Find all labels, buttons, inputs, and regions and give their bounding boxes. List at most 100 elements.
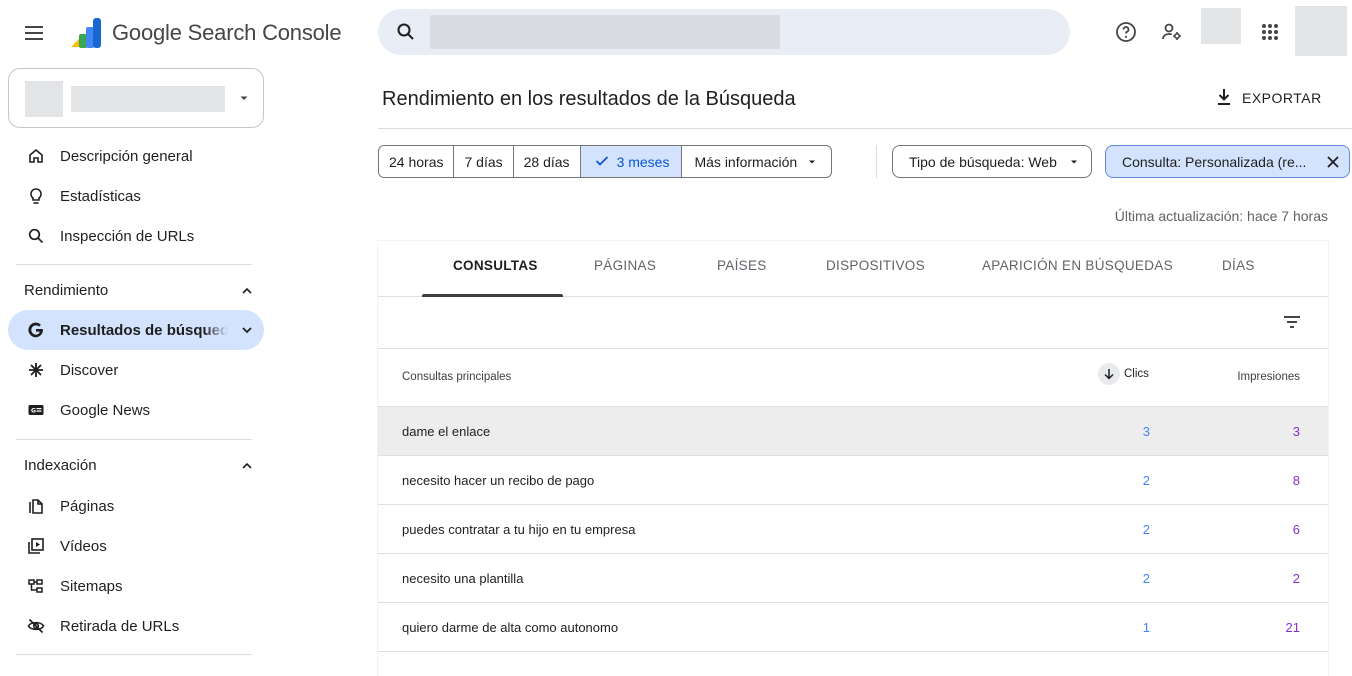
table-row[interactable]: necesito hacer un recibo de pago 2 8	[378, 456, 1328, 505]
checkmark-icon	[595, 154, 609, 170]
date-range-selector: 24 horas 7 días 28 días 3 meses Más info…	[378, 145, 833, 178]
range-label: 28 días	[523, 153, 570, 170]
sidebar-divider	[16, 439, 252, 440]
sidebar-item-label: Retirada de URLs	[60, 618, 180, 635]
sidebar-item-label: Google News	[60, 402, 151, 419]
impressions-cell: 3	[1292, 424, 1300, 439]
toolbar-separator	[876, 145, 877, 178]
tab-dias[interactable]: DÍAS	[1222, 258, 1255, 273]
redacted-property-name	[71, 86, 225, 112]
close-icon[interactable]	[1325, 154, 1341, 170]
query-filter-chip[interactable]: Consulta: Personalizada (re...	[1105, 145, 1350, 178]
caret-down-icon	[1069, 154, 1079, 170]
tab-paises[interactable]: PAÍSES	[717, 258, 767, 273]
chip-label: Consulta: Personalizada (re...	[1122, 153, 1307, 170]
menu-icon[interactable]	[22, 20, 48, 46]
sidebar-item-label: Páginas	[60, 498, 115, 515]
sidebar-item-search-results[interactable]: Resultados de búsqueda	[8, 310, 264, 350]
search-type-chip[interactable]: Tipo de búsqueda: Web	[892, 145, 1092, 178]
column-header-label: Clics	[1124, 368, 1149, 380]
sidebar-item-sitemaps[interactable]: Sitemaps	[8, 566, 264, 606]
product-name[interactable]: Google Search Console	[112, 20, 342, 46]
sidebar-item-pages[interactable]: Páginas	[8, 486, 264, 526]
impressions-cell: 6	[1292, 522, 1300, 537]
sidebar-item-url-inspection[interactable]: Inspección de URLs	[8, 216, 264, 256]
range-7d[interactable]: 7 días	[454, 146, 514, 177]
column-header-impressions[interactable]: Impresiones	[1237, 371, 1300, 383]
section-title: Rendimiento	[24, 282, 109, 299]
tab-paginas[interactable]: PÁGINAS	[594, 258, 656, 273]
range-24h[interactable]: 24 horas	[379, 146, 455, 177]
sidebar-item-label: Sitemaps	[60, 578, 123, 595]
range-28d[interactable]: 28 días	[514, 146, 581, 177]
news-icon: G	[26, 400, 46, 420]
caret-down-icon	[237, 91, 251, 105]
property-selector[interactable]	[8, 68, 264, 128]
dimension-tabs: CONSULTAS PÁGINAS PAÍSES DISPOSITIVOS AP…	[378, 241, 1328, 297]
video-icon	[26, 536, 46, 556]
tab-consultas[interactable]: CONSULTAS	[453, 258, 538, 273]
range-label: 24 horas	[389, 153, 444, 170]
tab-aparicion[interactable]: APARICIÓN EN BÚSQUEDAS	[982, 258, 1173, 273]
asterisk-icon	[26, 360, 46, 380]
chevron-up-icon	[240, 459, 254, 473]
sidebar-item-google-news[interactable]: G Google News	[8, 390, 264, 430]
redacted-area	[1201, 8, 1241, 44]
section-rendimiento[interactable]: Rendimiento	[24, 282, 256, 299]
sidebar-item-videos[interactable]: Vídeos	[8, 526, 264, 566]
search-input[interactable]	[378, 9, 1070, 55]
impressions-cell: 21	[1285, 620, 1300, 635]
help-icon[interactable]	[1114, 20, 1138, 44]
caret-down-icon	[807, 154, 817, 170]
clicks-cell: 2	[1142, 571, 1150, 586]
sidebar-item-removals[interactable]: Retirada de URLs	[8, 606, 264, 646]
impressions-cell: 8	[1292, 473, 1300, 488]
user-settings-icon[interactable]	[1160, 20, 1184, 44]
table-row[interactable]: necesito una plantilla 2 2	[378, 554, 1328, 603]
apps-grid-icon[interactable]	[1258, 20, 1282, 44]
impressions-cell: 2	[1292, 571, 1300, 586]
chip-label: Tipo de búsqueda: Web	[909, 153, 1057, 170]
sidebar-item-overview[interactable]: Descripción general	[8, 136, 264, 176]
main-content: Rendimiento en los resultados de la Búsq…	[378, 68, 1352, 676]
lightbulb-icon	[26, 186, 46, 206]
section-title: Indexación	[24, 457, 97, 474]
pages-icon	[26, 496, 46, 516]
range-label: 3 meses	[616, 153, 670, 170]
page-title: Rendimiento en los resultados de la Búsq…	[382, 88, 796, 110]
table-row[interactable]: quiero darme de alta como autonomo 1 21	[378, 603, 1328, 652]
chevron-up-icon	[240, 284, 254, 298]
clicks-cell: 2	[1142, 473, 1150, 488]
sidebar-item-label: Vídeos	[60, 538, 107, 555]
search-console-app: Google Search Console Descripción genera…	[0, 0, 1352, 676]
sidebar-item-discover[interactable]: Discover	[8, 350, 264, 390]
sidebar-item-insights[interactable]: Estadísticas	[8, 176, 264, 216]
tab-dispositivos[interactable]: DISPOSITIVOS	[826, 258, 925, 273]
query-cell: dame el enlace	[402, 424, 491, 439]
table-row[interactable]: dame el enlace 3 3	[378, 407, 1328, 456]
sidebar-divider	[16, 654, 252, 655]
svg-text:G: G	[31, 408, 36, 415]
sidebar-item-label: Inspección de URLs	[60, 228, 195, 245]
last-updated-text: Última actualización: hace 7 horas	[1114, 208, 1328, 224]
export-button[interactable]: EXPORTAR	[1216, 84, 1322, 112]
account-avatar[interactable]	[1295, 6, 1347, 56]
range-3m[interactable]: 3 meses	[580, 146, 683, 177]
column-header-clicks[interactable]: Clics	[1098, 363, 1149, 385]
table-header: Consultas principales Clics Impresiones	[378, 349, 1328, 407]
download-icon	[1216, 88, 1232, 109]
clicks-cell: 1	[1142, 620, 1150, 635]
sort-descending-icon	[1098, 363, 1120, 385]
table-row[interactable]: puedes contratar a tu hijo en tu empresa…	[378, 505, 1328, 554]
sidebar: Descripción general Estadísticas Inspecc…	[0, 68, 278, 676]
filter-icon[interactable]	[1282, 312, 1302, 332]
chevron-down-icon	[240, 323, 254, 337]
search-console-logo-icon	[66, 14, 104, 52]
sidebar-item-label: Discover	[60, 362, 119, 379]
clicks-cell: 3	[1142, 424, 1150, 439]
section-indexacion[interactable]: Indexación	[24, 457, 256, 474]
google-g-icon	[26, 320, 46, 340]
range-more[interactable]: Más información	[682, 146, 831, 177]
title-divider	[378, 128, 1352, 129]
sidebar-item-label: Resultados de búsqueda	[60, 322, 228, 339]
